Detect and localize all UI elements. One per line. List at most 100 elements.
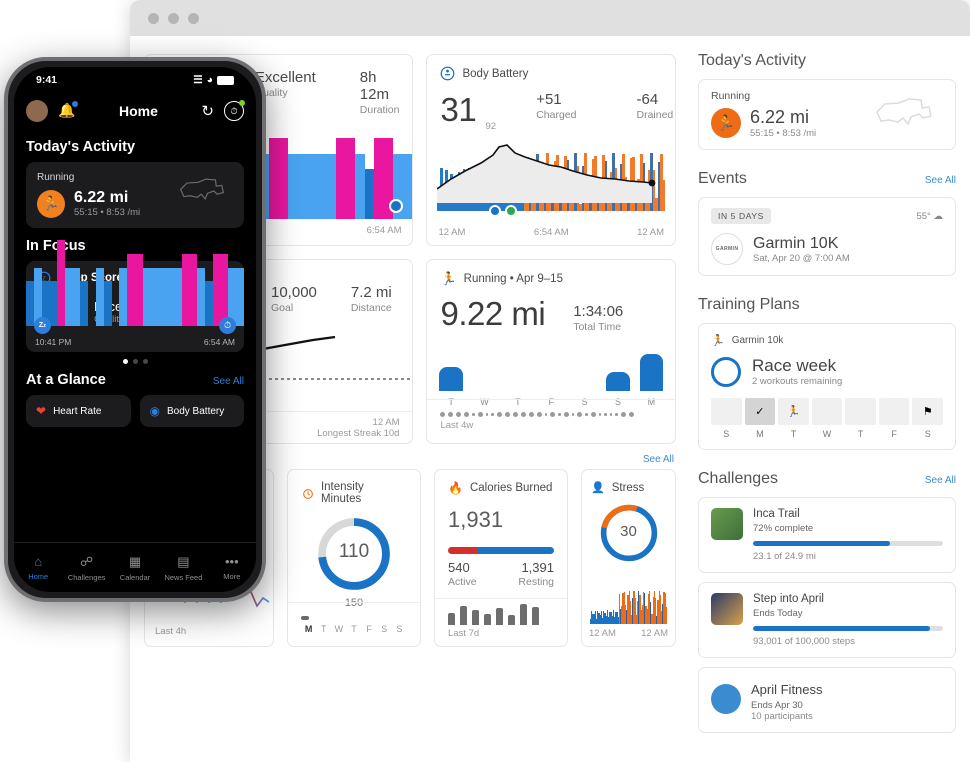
at-a-glance-see-all[interactable]: See All	[643, 454, 674, 465]
challenge-card[interactable]: April Fitness Ends Apr 30 10 participants	[698, 667, 956, 733]
tab-label: More	[223, 572, 241, 581]
events-see-all[interactable]: See All	[925, 175, 956, 186]
stress-ring: 30	[582, 502, 675, 564]
body-battery-charged-value: +51	[536, 91, 562, 108]
calendar-icon: ▦	[128, 553, 142, 569]
body-battery-charged: +51 Charged	[536, 91, 576, 121]
page-dot[interactable]	[132, 359, 138, 364]
sync-icon[interactable]: ↻	[201, 102, 214, 120]
bell-icon[interactable]: 🔔	[58, 101, 79, 120]
phone-sleep-card[interactable]: Z Sleep Score 90 Excellent Quality 8h 12…	[26, 240, 244, 352]
calories-header: 🔥 Calories Burned	[435, 470, 567, 495]
cloud-icon: ☁	[933, 210, 944, 222]
sleep-stage-bar	[72, 267, 81, 326]
running-day-bar	[639, 353, 663, 391]
phone-sleep-end: 6:54 AM	[203, 337, 235, 347]
calories-day-bar	[508, 614, 515, 625]
activity-day-dot	[464, 412, 470, 417]
calories-title: Calories Burned	[469, 482, 553, 494]
intensity-day-label: F	[366, 623, 372, 634]
sleep-stage-bar	[326, 153, 336, 219]
calories-day-bar	[532, 606, 539, 625]
sleep-marker-icon	[489, 205, 502, 217]
sleep-stage-bar	[64, 267, 73, 326]
running-day-bar	[606, 372, 630, 391]
activity-day-dot	[440, 412, 446, 417]
calories-day-bar	[520, 604, 527, 625]
plan-day-cell[interactable]	[811, 398, 843, 425]
page-dot[interactable]	[142, 359, 148, 364]
window-minimize-button[interactable]	[168, 12, 179, 24]
sleep-duration-value: 8h 12m	[359, 69, 389, 103]
event-badge: IN 5 DAYS	[711, 208, 771, 224]
phone-activity-distance: 6.22 mi	[74, 189, 129, 206]
challenge-progress-fill	[753, 541, 890, 546]
activity-day-dot	[604, 413, 607, 416]
sleep-duration-label: Duration	[359, 104, 400, 116]
glance-card-label: Body Battery	[166, 405, 225, 417]
challenge-card[interactable]: Step into April Ends Today 93,001 of 100,0…	[698, 582, 956, 658]
challenges-see-all[interactable]: See All	[925, 475, 956, 486]
calories-card[interactable]: 🔥 Calories Burned 1,931 540 Active 1,391…	[434, 469, 568, 647]
watch-icon[interactable]: ⏱	[224, 100, 245, 121]
calories-resting-label: Resting	[518, 576, 554, 588]
todays-activity-card[interactable]: Running 🏃 6.22 mi 55:15 • 8:53 /mi	[698, 79, 956, 150]
body-battery-stats: 31 +51 Charged -64 Drained	[427, 81, 675, 129]
training-plan-card[interactable]: 🏃 Garmin 10k Race week 2 workouts remain…	[698, 323, 956, 450]
todays-activity-distance: 6.22 mi	[750, 107, 810, 127]
event-temp: 55°	[916, 210, 931, 222]
phone-activity-card[interactable]: Running 🏃 6.22 mi 55:15 • 8:53 /mi	[26, 162, 244, 228]
glance-card[interactable]: ❤ Heart Rate	[26, 395, 131, 427]
calories-day-bar	[448, 612, 455, 625]
plan-day-cell[interactable]	[878, 398, 910, 425]
tab-home[interactable]: ⌂ Home	[14, 554, 62, 581]
intensity-value: 110	[338, 541, 370, 562]
glance-card[interactable]: ◉ Body Battery	[139, 395, 244, 427]
phone-sleep-chart	[26, 240, 244, 326]
phone-activity-type: Running	[37, 172, 75, 183]
phone-tab-bar: ⌂ Home ☍ Challenges ▦ Calendar ▤ News Feed ••• Mo…	[14, 542, 256, 592]
sleep-stage-bar	[212, 253, 221, 326]
running-week-time-value: 1:34:06	[573, 303, 624, 320]
check-icon[interactable]: ✓	[744, 398, 776, 425]
bb-axis-mid: 6:54 AM	[533, 227, 569, 238]
news-feed-icon: ▤	[177, 553, 190, 569]
plan-day-cell[interactable]	[711, 398, 742, 425]
zz-icon: Zz	[34, 317, 51, 334]
stress-card[interactable]: 👤 Stress 30 12 AM 12 AM	[581, 469, 676, 647]
cellular-icon: ☰	[193, 74, 203, 86]
sleep-stage-bar	[96, 267, 104, 326]
intensity-title: Intensity Minutes	[320, 481, 364, 505]
sleep-stage-bar	[173, 267, 182, 326]
calories-day-bar	[460, 606, 467, 625]
page-dot[interactable]	[122, 359, 128, 364]
challenge-detail: 10 participants	[751, 711, 813, 722]
calories-value: 1,931	[448, 507, 504, 532]
tab-challenges[interactable]: ☍ Challenges	[62, 554, 110, 582]
tab-news-feed[interactable]: ▤ News Feed	[159, 554, 207, 582]
avatar[interactable]	[26, 100, 48, 122]
tab-more[interactable]: ••• More	[208, 554, 256, 581]
intensity-minutes-card[interactable]: Intensity Minutes 110 150 MTWTFSS	[287, 469, 421, 647]
sleep-stage-bar	[278, 138, 289, 219]
sleep-stage-bar	[345, 138, 356, 219]
running-week-card[interactable]: 🏃 Running • Apr 9–15 9.22 mi 1:34:06 Tot…	[426, 259, 676, 444]
steps-streak: Longest Streak 10d	[317, 427, 400, 439]
heart-rate-footer-label: Last 4h	[155, 626, 187, 637]
tab-calendar[interactable]: ▦ Calendar	[111, 554, 159, 582]
window-maximize-button[interactable]	[188, 12, 199, 24]
window-close-button[interactable]	[148, 12, 159, 24]
running-day-bar	[439, 367, 463, 391]
running-icon[interactable]: 🏃	[778, 398, 809, 425]
body-battery-card[interactable]: Body Battery 31 +51 Charged -64 Drained	[426, 54, 676, 246]
event-card[interactable]: IN 5 DAYS 55° ☁ GARMIN Garmin 10K Sat, A…	[698, 197, 956, 276]
tab-label: News Feed	[164, 572, 203, 582]
at-a-glance-see-all[interactable]: See All	[213, 376, 244, 387]
flag-icon[interactable]: ⚑	[912, 398, 944, 425]
bb-axis-end: 12 AM	[637, 227, 664, 238]
bb-axis-start: 12 AM	[438, 227, 466, 238]
challenge-card[interactable]: Inca Trail 72% complete 23.1 of 24.9 mi	[698, 497, 956, 573]
activity-day-dot	[472, 413, 475, 416]
sleep-stage-bar	[80, 281, 89, 326]
plan-day-cell[interactable]	[845, 398, 876, 425]
